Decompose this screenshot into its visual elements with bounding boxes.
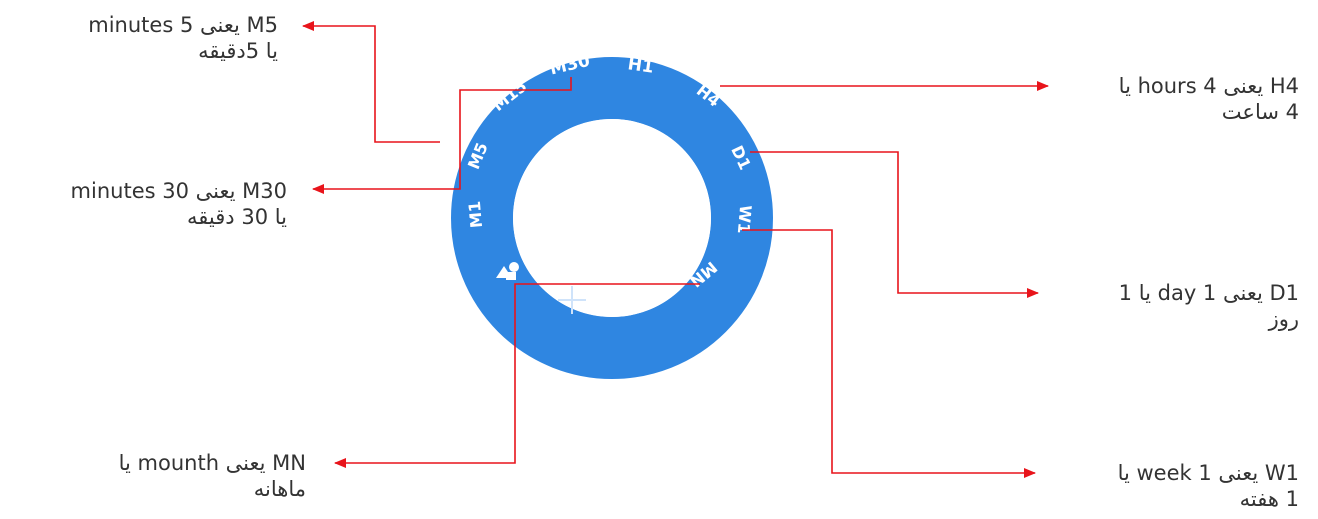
callout-h4-line2: 4 ساعت bbox=[1221, 100, 1299, 124]
callout-d1-line1: D1 یعنی day 1 یا 1 bbox=[1118, 281, 1299, 305]
callout-w1-line1: W1 یعنی week 1 یا bbox=[1117, 461, 1299, 485]
callout-w1: W1 یعنی week 1 یا 1 هفته bbox=[1054, 460, 1299, 512]
callout-d1: D1 یعنی day 1 یا 1 روز bbox=[1064, 280, 1299, 332]
callout-h4: H4 یعنی hours 4 یا 4 ساعت bbox=[1064, 73, 1299, 125]
callout-m30-line1: M30 یعنی 30 minutes bbox=[70, 179, 287, 203]
callout-d1-line2: روز bbox=[1268, 307, 1299, 331]
callout-m30-line2: یا 30 دقیقه bbox=[187, 205, 287, 229]
connector-d1 bbox=[750, 151, 1039, 298]
connector-m5 bbox=[302, 21, 440, 143]
callout-mn: MN یعنی mounth یا ماهانه bbox=[119, 450, 306, 502]
callout-w1-line2: 1 هفته bbox=[1239, 487, 1299, 511]
ring-label-m1[interactable]: M1 bbox=[465, 200, 486, 229]
callout-m30: M30 یعنی 30 minutes یا 30 دقیقه bbox=[71, 178, 287, 230]
timeframe-diagram: M30 H1 H4 D1 W1 MN f M1 M5 M15 M5 یعنی 5… bbox=[0, 0, 1318, 515]
callout-mn-line1: MN یعنی mounth یا bbox=[118, 451, 306, 475]
callout-m5: M5 یعنی 5 minutes یا 5دقیقه bbox=[88, 12, 278, 64]
connector-w1 bbox=[742, 229, 1036, 478]
ring-label-h1[interactable]: H1 bbox=[626, 54, 655, 77]
callout-m5-line1: M5 یعنی 5 minutes bbox=[88, 13, 278, 37]
ring-center bbox=[513, 119, 711, 317]
callout-m5-line2: یا 5دقیقه bbox=[198, 39, 278, 63]
callout-h4-line1: H4 یعنی hours 4 یا bbox=[1118, 74, 1299, 98]
callout-mn-line2: ماهانه bbox=[253, 477, 306, 501]
